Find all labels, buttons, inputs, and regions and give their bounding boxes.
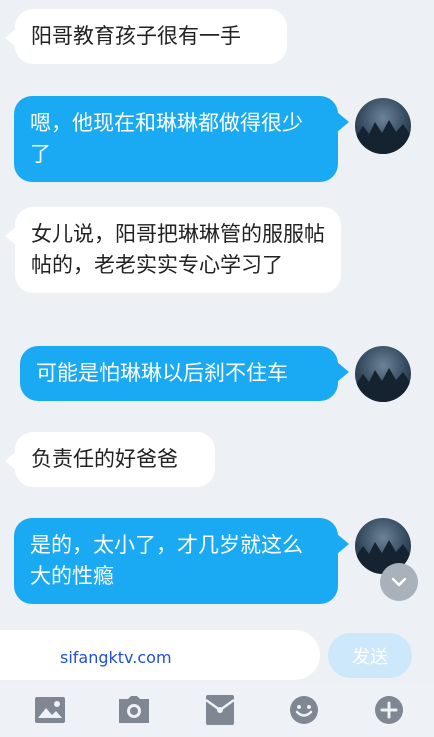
- message-bubble-outgoing[interactable]: 可能是怕琳琳以后刹不住车: [20, 346, 338, 401]
- image-icon[interactable]: [33, 693, 67, 727]
- message-input-text: sifangktv.com: [60, 648, 172, 667]
- plus-icon[interactable]: [372, 693, 406, 727]
- message-bubble-outgoing[interactable]: 是的，太小了，才几岁就这么大的性瘾: [14, 518, 338, 604]
- emoji-icon[interactable]: [287, 693, 321, 727]
- message-bubble-incoming[interactable]: 女儿说，阳哥把琳琳管的服服帖帖的，老老实实专心学习了: [15, 207, 341, 293]
- avatar-image: [355, 368, 411, 402]
- bubble-tail: [337, 534, 349, 554]
- message-bubble-outgoing[interactable]: 嗯，他现在和琳琳都做得很少了: [14, 96, 338, 182]
- chevron-down-icon: [391, 577, 407, 587]
- avatar[interactable]: [355, 346, 411, 402]
- message-bubble-incoming[interactable]: 负责任的好爸爸: [15, 432, 215, 487]
- camera-icon[interactable]: [117, 693, 151, 727]
- message-bubble-incoming[interactable]: 阳哥教育孩子很有一手: [15, 9, 287, 64]
- avatar-image: [355, 120, 411, 154]
- send-button[interactable]: 发送: [328, 633, 412, 678]
- scroll-to-bottom-button[interactable]: [380, 563, 418, 601]
- bubble-tail: [337, 362, 349, 382]
- avatar[interactable]: [355, 98, 411, 154]
- red-packet-icon[interactable]: [203, 693, 237, 727]
- bubble-tail: [337, 112, 349, 132]
